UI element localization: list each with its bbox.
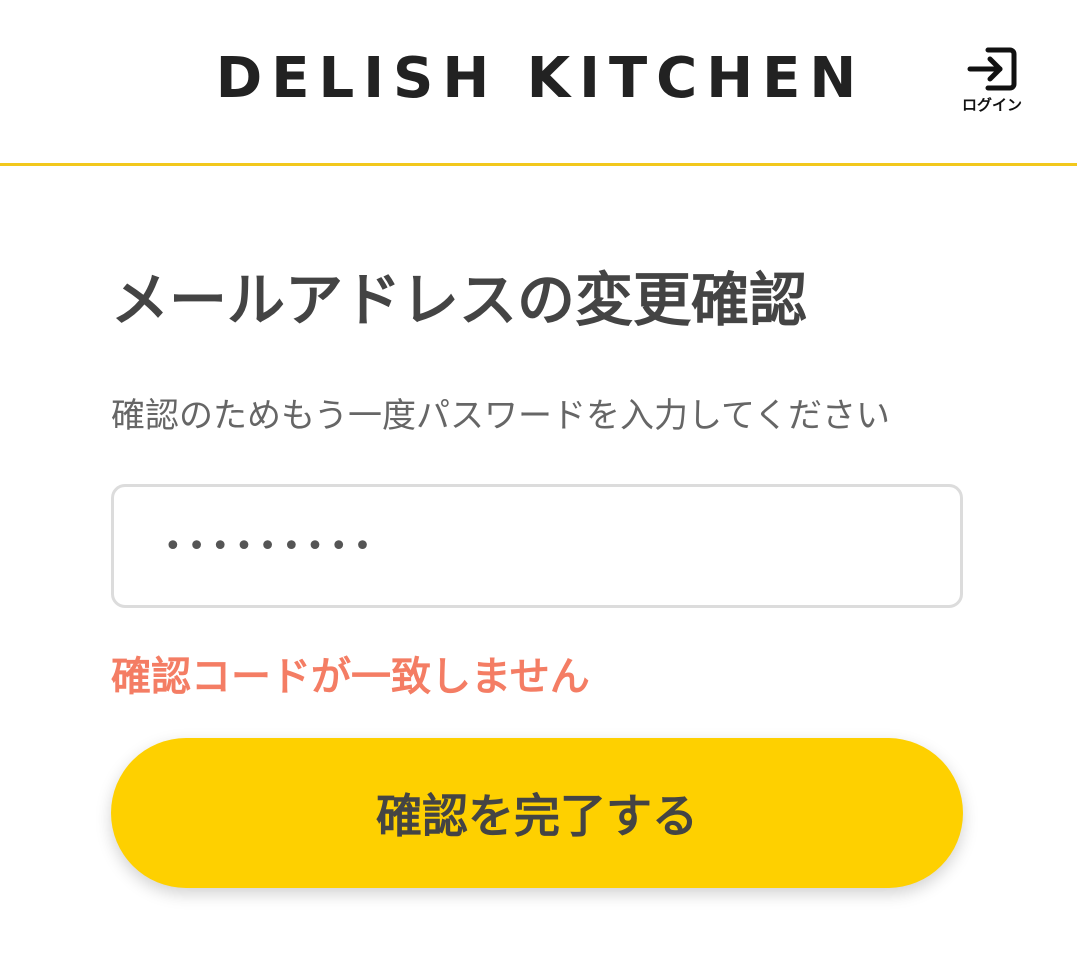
site-logo[interactable]: DELISH KITCHEN	[0, 46, 1077, 112]
complete-confirmation-button[interactable]: 確認を完了する	[111, 738, 963, 888]
login-icon	[966, 44, 1018, 94]
instruction-text: 確認のためもう一度パスワードを入力してください	[111, 396, 890, 436]
site-header: DELISH KITCHEN ログイン	[0, 0, 1077, 166]
page-title: メールアドレスの変更確認	[111, 266, 808, 334]
password-input[interactable]	[111, 484, 963, 608]
error-message: 確認コードが一致しません	[111, 654, 590, 700]
email-change-confirmation-form: メールアドレスの変更確認 確認のためもう一度パスワードを入力してください 確認コ…	[111, 166, 963, 888]
login-link[interactable]: ログイン	[952, 44, 1032, 120]
login-label: ログイン	[961, 96, 1022, 114]
